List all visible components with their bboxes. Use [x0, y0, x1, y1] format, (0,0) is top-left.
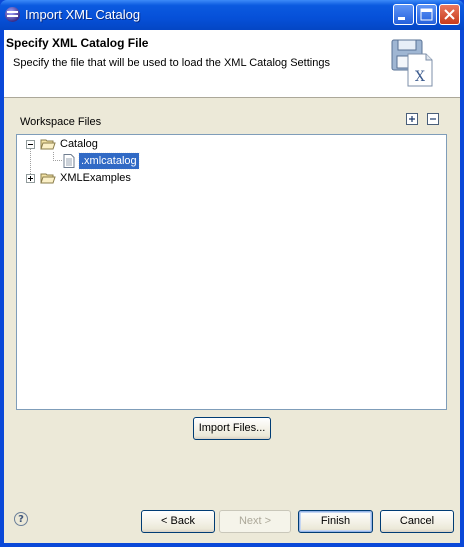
- maximize-button[interactable]: [416, 4, 437, 25]
- minimize-button[interactable]: [393, 4, 414, 25]
- window-title: Import XML Catalog: [25, 7, 141, 22]
- workspace-files-tree[interactable]: Catalog .xmlcatalog XMLExamples: [16, 134, 447, 410]
- close-icon: [444, 9, 455, 20]
- folder-open-icon: [40, 173, 56, 184]
- cancel-button[interactable]: Cancel: [380, 510, 454, 533]
- xml-catalog-file-icon: X: [391, 39, 433, 87]
- folder-open-icon: [40, 139, 56, 150]
- tree-node-xmlexamples[interactable]: XMLExamples: [17, 170, 446, 186]
- import-files-button[interactable]: Import Files...: [193, 417, 271, 440]
- dialog-body: Specify XML Catalog File Specify the fil…: [4, 30, 460, 543]
- tree-node-label: .xmlcatalog: [78, 152, 140, 170]
- expand-icon[interactable]: [26, 174, 35, 183]
- import-xml-catalog-dialog: Import XML Catalog Specify XML Catalog F…: [0, 0, 464, 547]
- tree-node-label: Catalog: [60, 138, 98, 150]
- page-title: Specify XML Catalog File: [6, 36, 149, 50]
- tree-node-label: XMLExamples: [60, 172, 131, 184]
- minimize-icon: [398, 17, 405, 20]
- eclipse-icon: [5, 7, 20, 22]
- help-icon[interactable]: ?: [14, 512, 28, 526]
- workspace-files-label: Workspace Files: [20, 116, 102, 128]
- close-button[interactable]: [439, 4, 460, 25]
- tree-node-catalog[interactable]: Catalog: [17, 136, 446, 152]
- expand-all-icon[interactable]: [406, 113, 418, 125]
- finish-button[interactable]: Finish: [298, 510, 373, 533]
- collapse-all-icon[interactable]: [427, 113, 439, 125]
- file-icon: [63, 154, 75, 168]
- title-bar[interactable]: Import XML Catalog: [0, 0, 464, 30]
- svg-text:X: X: [415, 69, 425, 85]
- collapse-icon[interactable]: [26, 140, 35, 149]
- next-button[interactable]: Next >: [219, 510, 291, 533]
- page-description: Specify the file that will be used to lo…: [13, 57, 330, 69]
- back-button[interactable]: < Back: [141, 510, 215, 533]
- maximize-icon: [420, 8, 433, 21]
- wizard-header: Specify XML Catalog File Specify the fil…: [4, 30, 460, 98]
- tree-node-xmlcatalog[interactable]: .xmlcatalog: [17, 152, 446, 170]
